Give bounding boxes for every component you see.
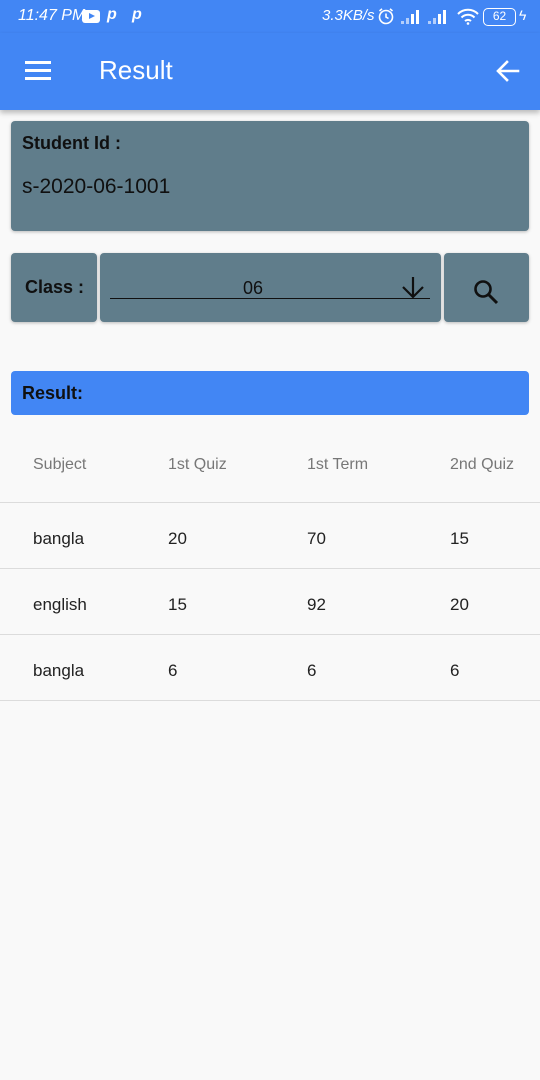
search-icon xyxy=(474,280,499,305)
app-p-icon: p xyxy=(107,6,117,23)
cell-2nd-quiz: 15 xyxy=(450,529,469,548)
class-label: Class : xyxy=(25,277,85,297)
column-header-1st-term: 1st Term xyxy=(307,456,369,473)
status-time: 11:47 PM xyxy=(18,7,86,24)
cell-2nd-quiz: 6 xyxy=(450,661,460,680)
student-id-label: Student Id : xyxy=(22,133,121,153)
class-label-card: Class : xyxy=(11,253,97,322)
cell-1st-term: 92 xyxy=(307,595,326,614)
alarm-icon xyxy=(378,8,394,25)
cell-1st-quiz: 15 xyxy=(168,595,187,614)
column-header-2nd-quiz: 2nd Quiz xyxy=(450,456,515,473)
student-id-value: s-2020-06-1001 xyxy=(22,175,171,198)
cell-subject: bangla xyxy=(33,661,85,680)
app-p-icon: p xyxy=(132,6,142,23)
cell-subject: bangla xyxy=(33,529,85,548)
battery-icon: 62 xyxy=(483,8,516,26)
signal-icon xyxy=(428,10,446,24)
class-dropdown-value: 06 xyxy=(242,278,264,298)
column-header-1st-quiz: 1st Quiz xyxy=(168,456,227,473)
hamburger-menu-icon[interactable] xyxy=(25,61,53,83)
result-table: Subject 1st Quiz 1st Term 2nd Quiz bangl… xyxy=(0,430,540,701)
table-row: bangla 6 6 6 xyxy=(0,635,540,701)
app-bar: Result xyxy=(0,33,540,110)
wifi-icon xyxy=(457,8,479,25)
result-header-bar: Result: xyxy=(11,371,529,415)
result-label: Result: xyxy=(22,383,84,403)
cell-1st-quiz: 6 xyxy=(168,661,178,680)
cell-1st-term: 6 xyxy=(307,661,317,680)
cell-subject: english xyxy=(33,595,87,614)
dropdown-underline xyxy=(110,298,430,299)
net-speed: 3.3KB/s xyxy=(322,7,375,24)
arrow-down-icon xyxy=(402,277,424,299)
student-id-card: Student Id : s-2020-06-1001 xyxy=(11,121,529,231)
charging-icon: ϟ xyxy=(519,7,527,23)
cell-1st-term: 70 xyxy=(307,529,326,548)
cell-2nd-quiz: 20 xyxy=(450,595,469,614)
page-title: Result xyxy=(99,55,173,85)
status-bar: 11:47 PM p p 3.3KB/s 62 ϟ xyxy=(0,0,540,33)
search-button[interactable] xyxy=(444,253,529,322)
youtube-icon xyxy=(82,10,100,23)
signal-icon xyxy=(401,10,419,24)
table-row: english 15 92 20 xyxy=(0,569,540,635)
arrow-back-icon[interactable] xyxy=(494,57,522,85)
table-header-row: Subject 1st Quiz 1st Term 2nd Quiz xyxy=(0,430,540,503)
class-dropdown[interactable]: 06 xyxy=(100,253,441,322)
table-row: bangla 20 70 15 xyxy=(0,503,540,569)
cell-1st-quiz: 20 xyxy=(168,529,187,548)
column-header-subject: Subject xyxy=(33,456,87,473)
